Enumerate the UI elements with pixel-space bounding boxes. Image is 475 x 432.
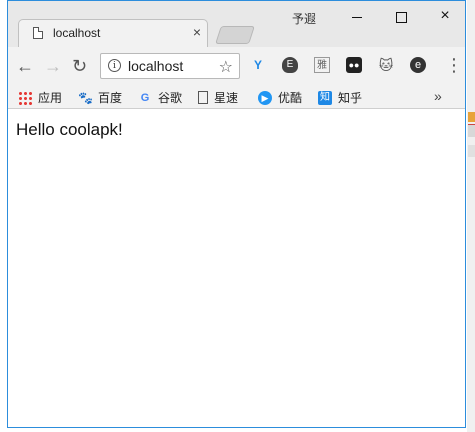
bookmarks-overflow-chevron-icon[interactable]: » bbox=[434, 88, 442, 104]
toolbar: ← → ↻ i localhost ☆ Y E 雅 ●● 🐱 e ⋮ bbox=[8, 47, 465, 85]
e-extension-icon[interactable]: e bbox=[410, 57, 426, 73]
browser-menu-icon[interactable]: ⋮ bbox=[445, 55, 463, 75]
page-icon bbox=[198, 91, 208, 105]
background-app-right bbox=[467, 0, 475, 432]
page-icon bbox=[33, 27, 43, 39]
bookmark-xingsu[interactable]: 星速 bbox=[198, 89, 238, 105]
close-window-button[interactable]: × bbox=[430, 6, 460, 26]
back-arrow-icon[interactable]: ← bbox=[16, 56, 34, 76]
page-text: Hello coolapk! bbox=[16, 120, 123, 139]
bookmark-baidu[interactable]: 🐾 百度 bbox=[78, 89, 122, 105]
tab-close-icon[interactable]: × bbox=[193, 24, 201, 40]
forward-arrow-icon[interactable]: → bbox=[44, 56, 62, 76]
reload-icon[interactable]: ↻ bbox=[72, 56, 87, 76]
tampermonkey-icon[interactable]: ●● bbox=[346, 57, 362, 73]
maximize-icon bbox=[395, 11, 407, 23]
zhihu-icon: 知 bbox=[318, 90, 332, 105]
ya-extension-icon[interactable]: 雅 bbox=[314, 57, 330, 73]
cat-extension-icon[interactable]: 🐱 bbox=[378, 57, 394, 73]
minimize-icon bbox=[352, 16, 362, 18]
youku-play-icon: ▶ bbox=[258, 90, 272, 105]
title-bar[interactable]: localhost × 予遐 × bbox=[8, 1, 465, 47]
address-bar[interactable]: i localhost ☆ bbox=[100, 53, 240, 79]
address-text[interactable]: localhost bbox=[128, 58, 183, 74]
bookmark-google[interactable]: G 谷歌 bbox=[138, 89, 182, 105]
baidu-paw-icon: 🐾 bbox=[78, 90, 93, 105]
bookmark-zhihu[interactable]: 知知乎 bbox=[318, 89, 362, 105]
page-content: Hello coolapk! bbox=[8, 109, 465, 427]
browser-window: localhost × 予遐 × ← → ↻ i localhost ☆ Y E… bbox=[7, 0, 466, 428]
maximize-button[interactable] bbox=[386, 6, 416, 26]
info-icon[interactable]: i bbox=[108, 59, 121, 72]
vue-devtools-icon[interactable]: Y bbox=[250, 57, 266, 73]
bookmark-star-icon[interactable]: ☆ bbox=[219, 57, 233, 77]
bookmarks-bar: 应用 🐾 百度 G 谷歌 星速 ▶ 优酷 知知乎 » bbox=[8, 85, 465, 109]
bookmark-apps[interactable]: 应用 bbox=[18, 89, 62, 105]
minimize-button[interactable] bbox=[342, 6, 372, 26]
new-tab-button[interactable] bbox=[215, 26, 255, 44]
bookmark-youku[interactable]: ▶ 优酷 bbox=[258, 89, 302, 105]
tab-title: localhost bbox=[53, 26, 101, 40]
tab-localhost[interactable]: localhost × bbox=[18, 19, 208, 47]
evernote-icon[interactable]: E bbox=[282, 57, 298, 73]
profile-name[interactable]: 予遐 bbox=[292, 10, 316, 27]
apps-grid-icon bbox=[18, 90, 32, 105]
google-g-icon: G bbox=[140, 91, 150, 104]
